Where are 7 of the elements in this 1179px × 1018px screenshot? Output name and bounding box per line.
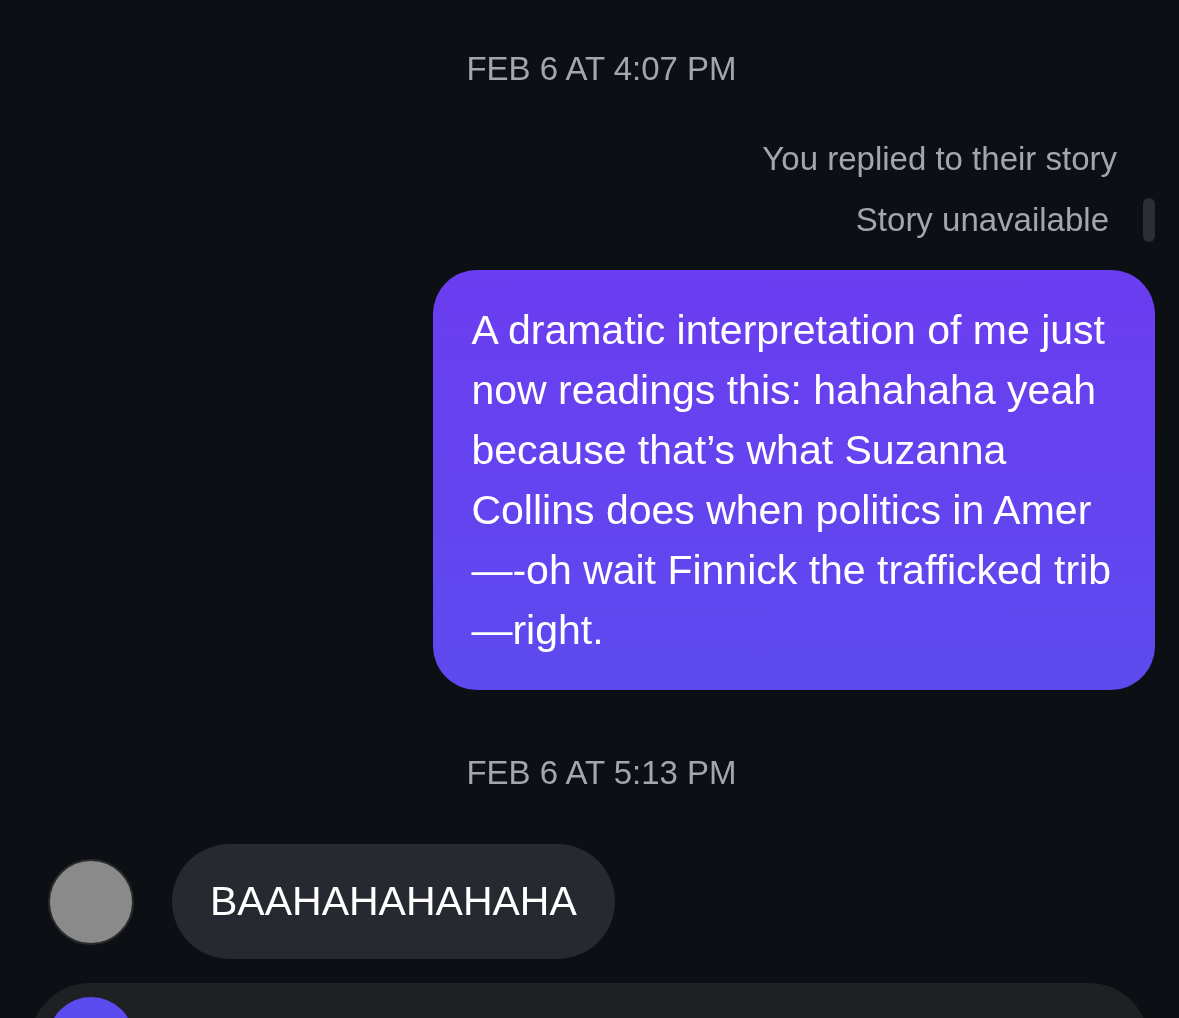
- received-message-bubble: BAAHAHAHAHAHA: [172, 844, 615, 959]
- story-reply-caption: You replied to their story: [762, 140, 1117, 178]
- timestamp: FEB 6 AT 4:07 PM: [466, 50, 737, 88]
- story-status: Story unavailable: [855, 201, 1109, 239]
- timestamp: FEB 6 AT 5:13 PM: [466, 754, 737, 792]
- sent-message-bubble: A dramatic interpretation of me just now readings this: hahahaha yeah because that’s what Suzanna Collins does when politics in Amer —-oh wait Finnick the trafficked trib —right.: [433, 270, 1155, 690]
- story-indicator-bar: [1143, 198, 1155, 242]
